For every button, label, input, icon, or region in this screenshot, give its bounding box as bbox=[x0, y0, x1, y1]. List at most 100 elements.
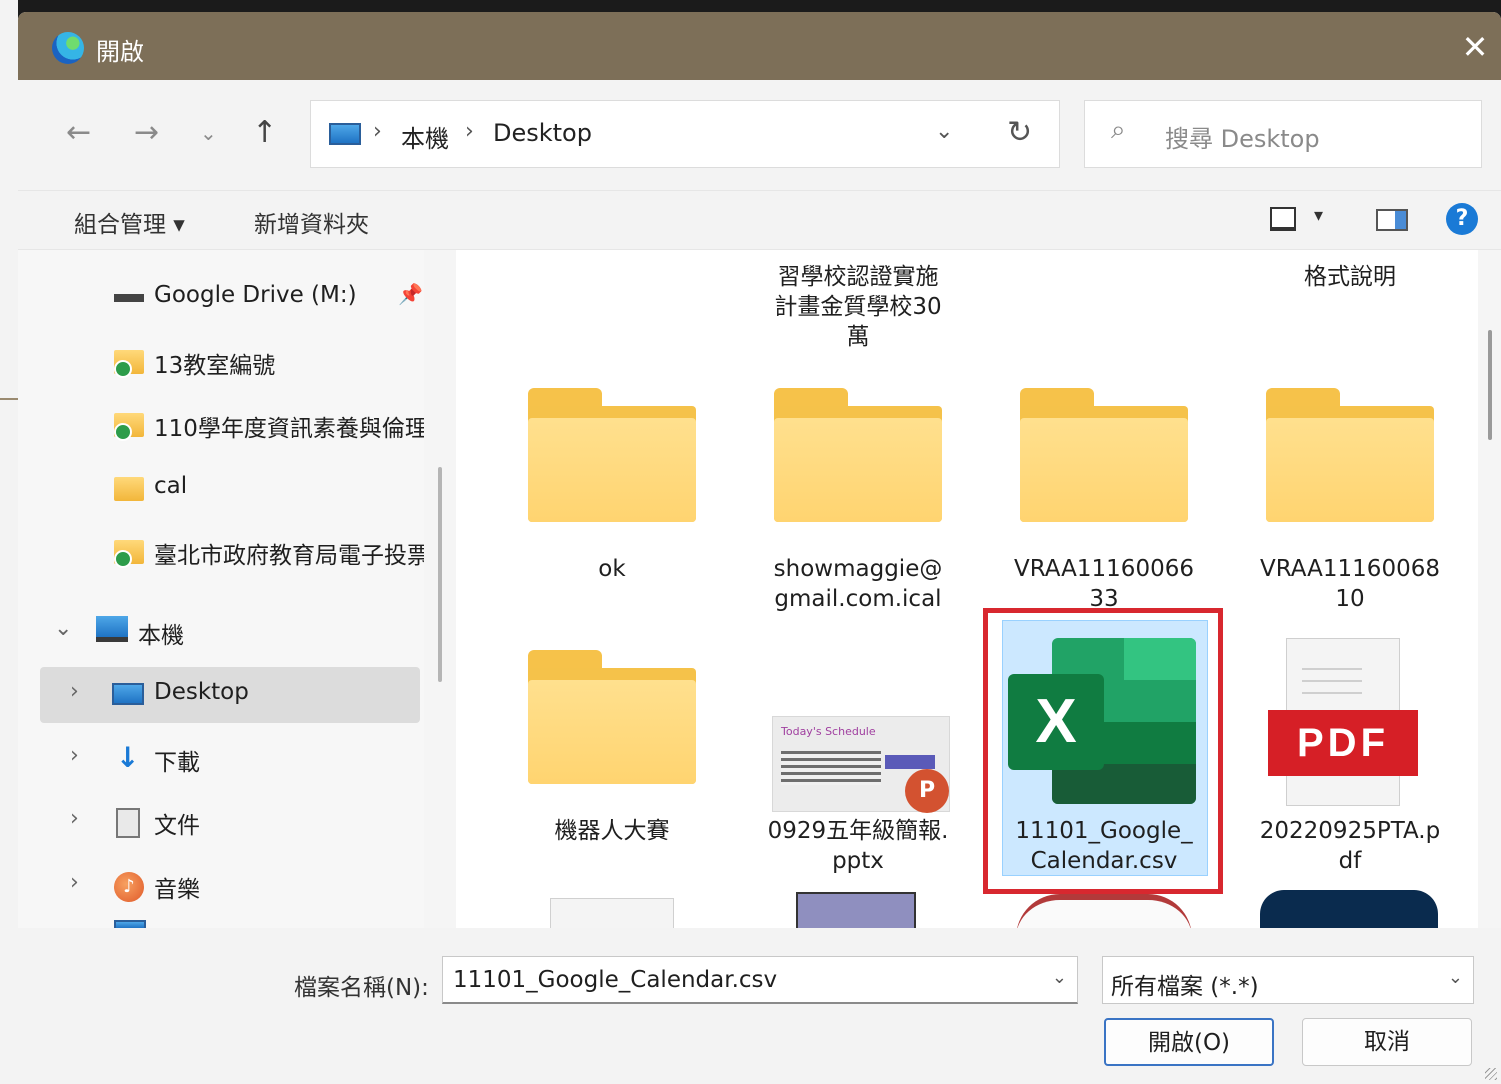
sidebar-item-e-voting[interactable]: 臺北市政府教育局電子投票 bbox=[18, 524, 424, 580]
chevron-right-icon[interactable]: › bbox=[70, 806, 79, 831]
view-mode-icon[interactable] bbox=[1270, 207, 1296, 231]
file-label[interactable]: 機器人大賽 bbox=[512, 816, 712, 846]
navigation-bar: ← → ⌄ ↑ › 本機 › Desktop ⌄ ↻ ⌕ 搜尋 Desktop bbox=[18, 80, 1501, 190]
open-file-dialog: 開啟 ✕ ← → ⌄ ↑ › 本機 › Desktop ⌄ ↻ ⌕ 搜尋 Des… bbox=[18, 12, 1501, 1084]
cancel-button[interactable]: 取消 bbox=[1302, 1018, 1472, 1066]
command-bar: 組合管理 ▾ 新增資料夾 ▾ ? bbox=[18, 190, 1501, 250]
filename-label: 檔案名稱(N): bbox=[294, 975, 429, 1001]
folder-icon[interactable] bbox=[528, 650, 696, 784]
folder-icon[interactable] bbox=[774, 388, 942, 522]
app-file-icon[interactable] bbox=[1260, 890, 1438, 928]
file-label[interactable]: 習學校認證實施 計畫金質學校30 萬 bbox=[758, 262, 958, 352]
chevron-down-icon[interactable]: ⌄ bbox=[1052, 967, 1067, 988]
sidebar-item-label: Desktop bbox=[154, 679, 249, 705]
chevron-down-icon[interactable]: ⌄ bbox=[1448, 967, 1463, 988]
sidebar-item-info-literacy[interactable]: 110學年度資訊素養與倫理 bbox=[18, 397, 424, 453]
refresh-icon[interactable]: ↻ bbox=[1007, 115, 1032, 150]
sidebar-item-desktop[interactable]: › Desktop bbox=[40, 667, 420, 723]
sidebar-item-label: 文件 bbox=[154, 813, 200, 839]
sidebar-item-music[interactable]: › ♪ 音樂 bbox=[18, 858, 424, 914]
navigation-pane: Google Drive (M:) 📌 13教室編號 110學年度資訊素養與倫理… bbox=[18, 250, 424, 928]
forward-arrow-icon[interactable]: → bbox=[134, 116, 159, 150]
breadcrumb-separator: › bbox=[373, 119, 382, 144]
pictures-icon bbox=[114, 920, 146, 928]
folder-icon[interactable] bbox=[528, 388, 696, 522]
pin-icon: 📌 bbox=[398, 282, 423, 306]
pptx-thumbnail[interactable]: Today's Schedule P bbox=[772, 716, 950, 813]
sidebar-scrollbar[interactable] bbox=[438, 467, 442, 682]
folder-sync-icon bbox=[114, 350, 144, 378]
chevron-down-icon[interactable]: ⌄ bbox=[54, 616, 72, 641]
up-arrow-icon[interactable]: ↑ bbox=[252, 116, 277, 150]
organize-button[interactable]: 組合管理 ▾ bbox=[74, 205, 185, 239]
window-title: 開啟 bbox=[96, 38, 144, 66]
sidebar-item-label: 臺北市政府教育局電子投票 bbox=[154, 543, 424, 569]
file-list: 習學校認證實施 計畫金質學校30 萬 格式說明 ok showmaggie@ g… bbox=[456, 250, 1478, 928]
file-type-select[interactable]: 所有檔案 (*.*) ⌄ bbox=[1102, 956, 1474, 1004]
dialog-footer: 檔案名稱(N): 11101_Google_Calendar.csv ⌄ 所有檔… bbox=[18, 928, 1501, 1084]
new-folder-button[interactable]: 新增資料夾 bbox=[254, 205, 369, 239]
sidebar-item-label: Google Drive (M:) bbox=[154, 282, 357, 308]
computer-icon bbox=[96, 616, 128, 642]
back-arrow-icon[interactable]: ← bbox=[66, 116, 91, 150]
sidebar-item-cal[interactable]: cal bbox=[18, 461, 424, 517]
sidebar-item-documents[interactable]: › 文件 bbox=[18, 794, 424, 850]
view-options-caret-icon[interactable]: ▾ bbox=[1314, 205, 1323, 226]
title-bar[interactable]: 開啟 ✕ bbox=[18, 12, 1501, 80]
download-icon: ↓ bbox=[116, 741, 140, 774]
folder-sync-icon bbox=[114, 540, 144, 568]
music-icon: ♪ bbox=[114, 872, 144, 902]
sidebar-item-label: 本機 bbox=[138, 623, 184, 649]
file-label[interactable]: showmaggie@ gmail.com.ical bbox=[758, 554, 958, 614]
search-box[interactable]: ⌕ 搜尋 Desktop bbox=[1084, 100, 1482, 168]
chevron-right-icon[interactable]: › bbox=[70, 743, 79, 768]
sidebar-item-label: 下載 bbox=[154, 750, 200, 776]
file-label[interactable]: 20220925PTA.p df bbox=[1250, 816, 1450, 876]
file-label[interactable]: 格式說明 bbox=[1250, 262, 1450, 292]
folder-icon bbox=[114, 477, 144, 501]
open-button[interactable]: 開啟(O) bbox=[1104, 1018, 1274, 1066]
address-dropdown-icon[interactable]: ⌄ bbox=[935, 119, 953, 144]
sidebar-item-classroom-numbers[interactable]: 13教室編號 bbox=[18, 334, 424, 390]
chevron-right-icon[interactable]: › bbox=[70, 870, 79, 895]
pptx-thumbnail-text bbox=[781, 751, 881, 785]
close-button[interactable]: ✕ bbox=[1457, 30, 1493, 66]
sidebar-item-downloads[interactable]: › ↓ 下載 bbox=[18, 731, 424, 787]
sidebar-item-label: 110學年度資訊素養與倫理 bbox=[154, 416, 424, 442]
address-bar[interactable]: › 本機 › Desktop ⌄ ↻ bbox=[310, 100, 1060, 168]
pptx-thumbnail-header: Today's Schedule bbox=[781, 725, 876, 738]
background-rule bbox=[0, 398, 18, 400]
preview-pane-icon[interactable] bbox=[1376, 209, 1408, 231]
file-label[interactable]: 0929五年級簡報. pptx bbox=[758, 816, 958, 876]
seal-image-icon[interactable] bbox=[1016, 894, 1192, 928]
folder-sync-icon bbox=[114, 413, 144, 441]
recent-locations-chevron-icon[interactable]: ⌄ bbox=[200, 116, 217, 150]
background-window bbox=[0, 0, 18, 1084]
document-file-icon[interactable] bbox=[550, 898, 674, 928]
chevron-right-icon[interactable]: › bbox=[70, 679, 79, 704]
pptx-thumbnail-strip bbox=[885, 755, 935, 769]
filename-input[interactable]: 11101_Google_Calendar.csv ⌄ bbox=[442, 956, 1078, 1004]
image-file-icon[interactable] bbox=[796, 892, 916, 928]
resize-grip-icon[interactable] bbox=[1485, 1068, 1497, 1080]
drive-icon bbox=[114, 294, 144, 302]
this-pc-icon bbox=[329, 123, 361, 145]
annotation-highlight-frame bbox=[983, 608, 1223, 894]
sidebar-item-google-drive[interactable]: Google Drive (M:) 📌 bbox=[18, 270, 424, 326]
pdf-file-icon[interactable]: PDF bbox=[1268, 638, 1418, 806]
file-label[interactable]: VRAA11160068 10 bbox=[1250, 554, 1450, 614]
filename-value[interactable]: 11101_Google_Calendar.csv bbox=[453, 967, 777, 993]
file-list-scrollbar[interactable] bbox=[1488, 330, 1492, 440]
breadcrumb-desktop[interactable]: Desktop bbox=[493, 119, 592, 147]
file-label[interactable]: VRAA11160066 33 bbox=[1004, 554, 1204, 614]
breadcrumb-this-pc[interactable]: 本機 bbox=[401, 119, 449, 154]
search-input[interactable]: 搜尋 Desktop bbox=[1165, 119, 1320, 154]
file-label[interactable]: ok bbox=[512, 554, 712, 584]
sidebar-item-partial[interactable] bbox=[18, 918, 424, 928]
help-icon[interactable]: ? bbox=[1446, 203, 1478, 235]
folder-icon[interactable] bbox=[1020, 388, 1188, 522]
file-type-value: 所有檔案 (*.*) bbox=[1111, 974, 1259, 1000]
folder-icon[interactable] bbox=[1266, 388, 1434, 522]
edge-browser-icon bbox=[52, 32, 84, 64]
sidebar-item-this-pc[interactable]: ⌄ 本機 bbox=[18, 604, 424, 660]
